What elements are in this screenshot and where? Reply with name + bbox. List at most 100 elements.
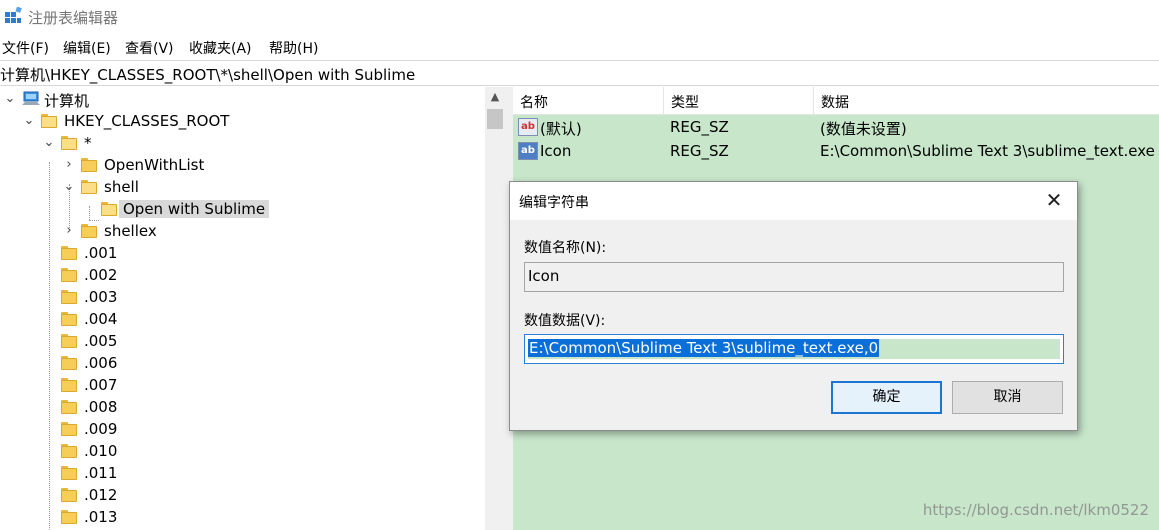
tree-node-openwithlist[interactable]: › OpenWithList: [0, 154, 480, 176]
tree-label: .006: [84, 354, 118, 372]
tree-label: .011: [84, 464, 118, 482]
folder-icon: [61, 422, 77, 436]
value-row[interactable]: ab Icon REG_SZ E:\Common\Sublime Text 3\…: [513, 139, 1159, 163]
tree-node-computer[interactable]: ⌄ 计算机: [0, 88, 480, 110]
value-type: REG_SZ: [670, 118, 729, 136]
scroll-up-arrow-icon[interactable]: ▲: [485, 87, 505, 107]
tree-node-extension[interactable]: .006: [0, 352, 480, 374]
tree-node-extension[interactable]: .013: [0, 506, 480, 528]
column-header-data[interactable]: 数据: [814, 87, 1159, 115]
folder-icon: [41, 114, 57, 128]
chevron-down-icon[interactable]: ⌄: [43, 132, 55, 154]
tree-scrollbar[interactable]: ▲: [485, 87, 505, 530]
chevron-right-icon[interactable]: ›: [63, 220, 75, 242]
tree-node-extension[interactable]: .004: [0, 308, 480, 330]
tree-node-extension[interactable]: .005: [0, 330, 480, 352]
folder-icon: [61, 356, 77, 370]
folder-icon: [61, 334, 77, 348]
regedit-icon: [5, 7, 22, 23]
menu-edit[interactable]: 编辑(E): [63, 38, 111, 58]
scroll-thumb[interactable]: [487, 109, 503, 129]
key-tree[interactable]: ⌄ 计算机 ⌄ HKEY_CLASSES_ROOT ⌄ * › OpenWith…: [0, 87, 505, 530]
title-bar: 注册表编辑器: [0, 0, 1159, 34]
dialog-title: 编辑字符串: [519, 195, 589, 211]
tree-node-extension[interactable]: .010: [0, 440, 480, 462]
tree-label: HKEY_CLASSES_ROOT: [64, 112, 230, 130]
tree-label: .005: [84, 332, 118, 350]
tree-node-star[interactable]: ⌄ *: [0, 132, 480, 154]
tree-label: .001: [84, 244, 118, 262]
folder-icon: [61, 246, 77, 260]
tree-label: Open with Sublime: [119, 200, 270, 218]
tree-node-extension[interactable]: .001: [0, 242, 480, 264]
menu-view[interactable]: 查看(V): [125, 38, 174, 58]
folder-icon: [61, 312, 77, 326]
tree-node-shell[interactable]: ⌄ shell: [0, 176, 480, 198]
chevron-down-icon[interactable]: ⌄: [63, 176, 75, 198]
tree-label: .007: [84, 376, 118, 394]
folder-icon: [61, 466, 77, 480]
tree-label: 计算机: [44, 92, 90, 110]
tree-node-extension[interactable]: .011: [0, 462, 480, 484]
tree-node-extension[interactable]: .003: [0, 286, 480, 308]
value-data-label: 数值数据(V):: [524, 313, 606, 329]
tree-label: .013: [84, 508, 118, 526]
value-name: (默认): [540, 120, 582, 138]
tree-label: OpenWithList: [104, 156, 205, 174]
tree-node-extension[interactable]: .008: [0, 396, 480, 418]
folder-icon: [61, 400, 77, 414]
value-row[interactable]: ab (默认) REG_SZ (数值未设置): [513, 115, 1159, 139]
tree-node-extension[interactable]: .009: [0, 418, 480, 440]
folder-icon: [61, 444, 77, 458]
folder-icon: [81, 224, 97, 238]
ok-button[interactable]: 确定: [831, 381, 942, 414]
value-name-text: Icon: [528, 267, 560, 285]
menu-file[interactable]: 文件(F): [2, 38, 49, 58]
computer-icon: [22, 91, 40, 105]
tree-label: .009: [84, 420, 118, 438]
tree-node-extension[interactable]: .002: [0, 264, 480, 286]
value-name-field: Icon: [524, 262, 1064, 292]
folder-icon: [81, 158, 97, 172]
value-name: Icon: [540, 142, 572, 160]
address-path[interactable]: 计算机\HKEY_CLASSES_ROOT\*\shell\Open with …: [0, 64, 415, 85]
tree-node-hkcr[interactable]: ⌄ HKEY_CLASSES_ROOT: [0, 110, 480, 132]
watermark: https://blog.csdn.net/lkm0522: [922, 501, 1149, 519]
chevron-right-icon[interactable]: ›: [63, 154, 75, 176]
edit-string-dialog: 编辑字符串 ✕ 数值名称(N): Icon 数值数据(V): E:\Common…: [509, 181, 1078, 431]
menu-favorites[interactable]: 收藏夹(A): [189, 38, 252, 58]
menu-help[interactable]: 帮助(H): [269, 38, 318, 58]
folder-icon: [61, 290, 77, 304]
folder-icon: [61, 488, 77, 502]
string-value-icon: ab: [518, 118, 538, 136]
folder-icon: [61, 136, 77, 150]
chevron-down-icon[interactable]: ⌄: [23, 110, 35, 132]
string-value-icon: ab: [518, 142, 538, 160]
folder-icon: [101, 202, 117, 216]
dialog-title-bar[interactable]: 编辑字符串 ✕: [510, 182, 1077, 220]
value-data-field[interactable]: E:\Common\Sublime Text 3\sublime_text.ex…: [524, 334, 1064, 364]
tree-node-extension[interactable]: .007: [0, 374, 480, 396]
tree-node-extension[interactable]: .012: [0, 484, 480, 506]
folder-icon: [61, 510, 77, 524]
column-header-name[interactable]: 名称: [513, 87, 664, 115]
value-data-area: E:\Common\Sublime Text 3\sublime_text.ex…: [528, 339, 1060, 359]
value-type: REG_SZ: [670, 142, 729, 160]
column-header-type[interactable]: 类型: [664, 87, 814, 115]
tree-label: .012: [84, 486, 118, 504]
tree-node-open-with-sublime[interactable]: Open with Sublime: [0, 198, 480, 220]
tree-label: .010: [84, 442, 118, 460]
tree-label: .003: [84, 288, 118, 306]
tree-node-shellex[interactable]: › shellex: [0, 220, 480, 242]
chevron-down-icon[interactable]: ⌄: [4, 88, 16, 110]
cancel-button[interactable]: 取消: [952, 381, 1063, 414]
address-bar[interactable]: 计算机\HKEY_CLASSES_ROOT\*\shell\Open with …: [0, 60, 1159, 86]
folder-icon: [81, 180, 97, 194]
tree-label: shell: [104, 178, 139, 196]
close-icon[interactable]: ✕: [1045, 190, 1063, 210]
window-title: 注册表编辑器: [28, 9, 119, 27]
tree-label: .004: [84, 310, 118, 328]
menu-bar: 文件(F) 编辑(E) 查看(V) 收藏夹(A) 帮助(H): [0, 36, 1159, 60]
folder-icon: [61, 378, 77, 392]
value-data: E:\Common\Sublime Text 3\sublime_text.ex…: [820, 142, 1155, 160]
